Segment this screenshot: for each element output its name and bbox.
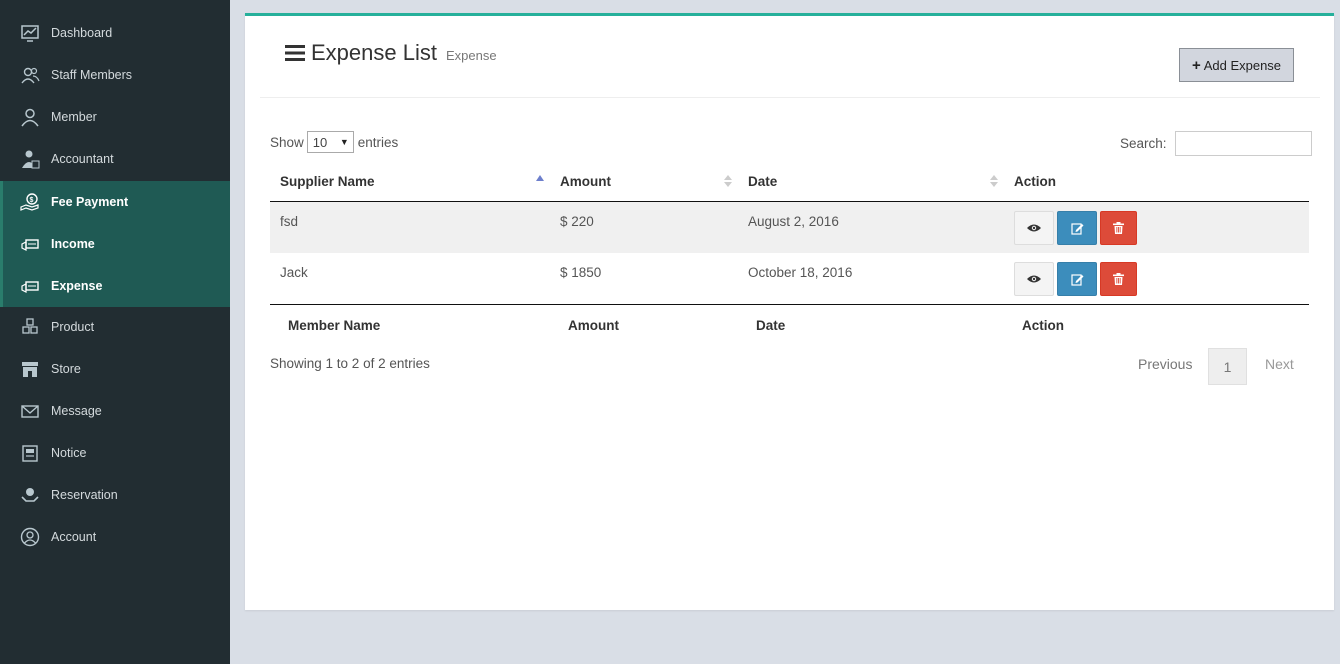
fee-payment-icon: $ — [20, 193, 39, 211]
chevron-down-icon: ▼ — [339, 137, 349, 147]
sidebar-item-label: Member — [51, 110, 97, 124]
sidebar-item-label: Dashboard — [51, 26, 113, 40]
plus-icon: + — [1191, 56, 1201, 74]
next-button[interactable]: Next — [1265, 356, 1294, 372]
income-icon — [21, 239, 39, 251]
header-date[interactable]: Date — [748, 174, 777, 189]
previous-button[interactable]: Previous — [1138, 356, 1192, 372]
staff-icon — [21, 67, 40, 84]
sidebar-item-account[interactable]: Account — [0, 516, 230, 558]
sort-icon[interactable] — [724, 173, 732, 189]
header-supplier-name[interactable]: Supplier Name — [280, 174, 375, 189]
cell-amount: $ 220 — [560, 214, 594, 229]
table-info: Showing 1 to 2 of 2 entries — [270, 356, 430, 371]
trash-icon — [1113, 273, 1124, 285]
header-action: Action — [1014, 174, 1056, 189]
sidebar-item-label: Income — [51, 237, 95, 251]
edit-button[interactable] — [1057, 211, 1097, 245]
expense-panel: Expense List Expense + Add Expense Show … — [245, 13, 1334, 610]
subtitle-text: Expense — [445, 48, 497, 63]
cell-amount: $ 1850 — [560, 265, 602, 280]
view-button[interactable] — [1014, 211, 1054, 245]
sidebar-item-income[interactable]: Income — [0, 223, 230, 265]
sidebar-item-label: Notice — [51, 446, 87, 460]
table-row: fsd $ 220 August 2, 2016 — [270, 202, 1309, 253]
sidebar-item-message[interactable]: Message — [0, 390, 230, 432]
notice-icon — [22, 445, 38, 462]
sort-ascending-icon[interactable] — [536, 173, 544, 189]
header-amount[interactable]: Amount — [560, 174, 611, 189]
title-text: Expense List — [311, 40, 437, 65]
delete-button[interactable] — [1100, 211, 1137, 245]
delete-button[interactable] — [1100, 262, 1137, 296]
sidebar-item-expense[interactable]: Expense — [0, 265, 230, 307]
sidebar-item-label: Product — [51, 320, 95, 334]
sidebar-item-label: Expense — [51, 279, 103, 293]
sidebar-item-dashboard[interactable]: Dashboard — [0, 12, 230, 54]
sidebar-item-label: Account — [51, 530, 97, 544]
reservation-icon — [21, 488, 39, 502]
edit-icon — [1070, 273, 1083, 286]
sidebar-item-notice[interactable]: Notice — [0, 432, 230, 474]
sidebar-item-product[interactable]: Product — [0, 306, 230, 348]
trash-icon — [1113, 222, 1124, 234]
table-row: Jack $ 1850 October 18, 2016 — [270, 253, 1309, 304]
sidebar: Dashboard Staff Members Member Accountan… — [0, 0, 230, 664]
add-expense-button[interactable]: + Add Expense — [1179, 48, 1294, 82]
table-header-row: Supplier Name Amount Date Action — [270, 164, 1309, 202]
sidebar-item-accountant[interactable]: Accountant — [0, 138, 230, 180]
eye-icon — [1027, 224, 1041, 232]
cell-supplier: Jack — [280, 265, 308, 280]
store-icon — [22, 362, 38, 377]
divider — [260, 97, 1320, 98]
table-footer-row: Member Name Amount Date Action — [270, 304, 1309, 347]
sidebar-item-label: Staff Members — [51, 68, 133, 82]
expense-icon — [21, 281, 39, 293]
sidebar-item-label: Message — [51, 404, 102, 418]
footer-action: Action — [1022, 318, 1064, 333]
pagination: Previous 1 Next — [1125, 345, 1315, 385]
account-icon — [20, 527, 40, 547]
sidebar-item-fee-payment[interactable]: $ Fee Payment — [0, 181, 230, 223]
edit-button[interactable] — [1057, 262, 1097, 296]
footer-date: Date — [756, 318, 786, 333]
sidebar-item-staff-members[interactable]: Staff Members — [0, 54, 230, 96]
edit-icon — [1070, 222, 1083, 235]
cell-supplier: fsd — [280, 214, 299, 229]
expense-table: Supplier Name Amount Date Action fsd $ 2… — [270, 164, 1309, 347]
entries-select[interactable]: 10 ▼ — [306, 131, 354, 153]
view-button[interactable] — [1014, 262, 1054, 296]
footer-member-name: Member Name — [288, 318, 381, 333]
user-icon — [21, 108, 39, 127]
eye-icon — [1027, 275, 1041, 283]
footer-amount: Amount — [568, 318, 619, 333]
search-label: Search: — [1120, 136, 1167, 151]
cell-date: August 2, 2016 — [748, 214, 839, 229]
add-expense-label: Add Expense — [1203, 57, 1282, 73]
sidebar-item-label: Fee Payment — [51, 195, 129, 209]
svg-text:$: $ — [30, 197, 34, 204]
envelope-icon — [21, 405, 39, 418]
sidebar-item-label: Accountant — [51, 152, 114, 166]
product-icon — [22, 318, 38, 334]
dashboard-icon — [21, 25, 39, 42]
sidebar-item-label: Store — [51, 362, 81, 376]
sidebar-item-reservation[interactable]: Reservation — [0, 474, 230, 516]
show-label: Show — [270, 134, 304, 150]
length-control: Show 10 ▼ entries — [270, 131, 398, 153]
page-title: Expense List Expense — [285, 40, 497, 66]
sidebar-item-member[interactable]: Member — [0, 96, 230, 138]
search-control: Search: — [1120, 131, 1312, 156]
search-input[interactable] — [1174, 131, 1312, 156]
sidebar-item-store[interactable]: Store — [0, 348, 230, 390]
entries-select-value: 10 — [312, 134, 328, 150]
page-1-button[interactable]: 1 — [1208, 348, 1247, 385]
cell-date: October 18, 2016 — [748, 265, 853, 280]
sidebar-item-label: Reservation — [51, 488, 118, 502]
entries-label: entries — [357, 134, 399, 150]
sort-icon[interactable] — [990, 173, 998, 189]
accountant-icon — [22, 150, 40, 169]
menu-icon — [285, 45, 305, 61]
